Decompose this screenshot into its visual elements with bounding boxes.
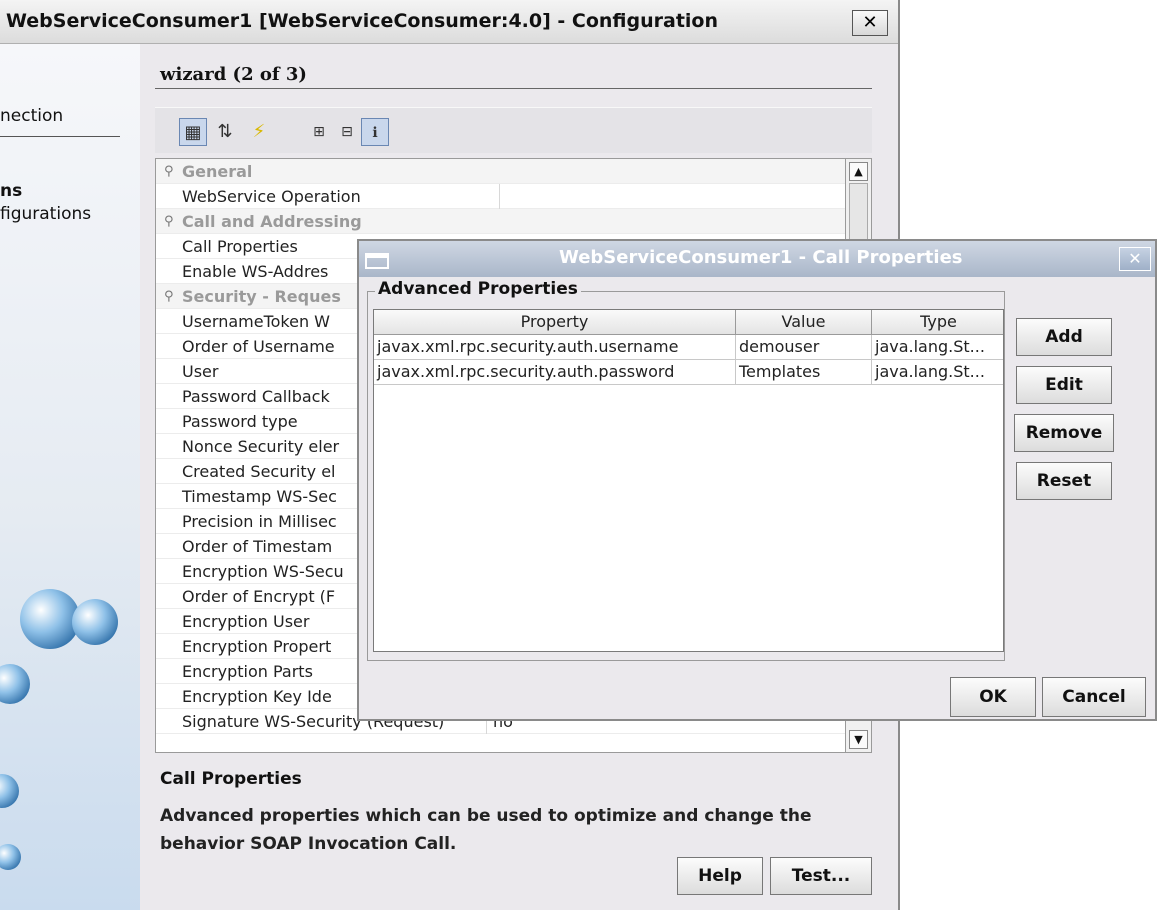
dialog-title: WebServiceConsumer1 - Call Properties — [559, 247, 963, 268]
property-toolbar: ▦ ⇅ ⚡ ⊞ ⊟ ℹ — [155, 107, 872, 153]
lightning-icon[interactable]: ⚡ — [245, 118, 273, 146]
edit-button[interactable]: Edit — [1016, 366, 1112, 404]
window-titlebar[interactable]: WebServiceConsumer1 [WebServiceConsumer:… — [0, 0, 898, 44]
window-menu-icon[interactable] — [365, 253, 389, 269]
column-header-property[interactable]: Property — [374, 310, 736, 335]
left-nav-item-options[interactable]: ns — [0, 181, 22, 201]
collapse-icon[interactable]: ⊟ — [333, 118, 361, 146]
wizard-divider — [155, 88, 872, 89]
molecule-atom-graphic — [72, 599, 118, 645]
reset-button[interactable]: Reset — [1016, 462, 1112, 500]
pin-icon: ⚲ — [164, 164, 174, 179]
description-text: Advanced properties which can be used to… — [160, 806, 812, 854]
left-nav-item-configurations[interactable]: figurations — [0, 204, 91, 224]
ok-button[interactable]: OK — [950, 677, 1036, 717]
advanced-properties-label: Advanced Properties — [375, 279, 581, 299]
table-cell-property[interactable]: javax.xml.rpc.security.auth.password — [374, 360, 736, 385]
column-header-value[interactable]: Value — [736, 310, 872, 335]
table-cell-type[interactable]: java.lang.St... — [872, 335, 1003, 360]
scroll-down-icon[interactable]: ▼ — [849, 730, 868, 749]
info-icon[interactable]: ℹ — [361, 118, 389, 146]
expand-icon[interactable]: ⊞ — [305, 118, 333, 146]
table-cell-value[interactable]: demouser — [736, 335, 872, 360]
remove-button[interactable]: Remove — [1014, 414, 1114, 452]
categorized-view-icon[interactable]: ▦ — [179, 118, 207, 146]
molecule-atom-graphic — [20, 589, 80, 649]
scroll-up-icon[interactable]: ▲ — [849, 162, 868, 181]
left-nav-item-connection[interactable]: nection — [0, 106, 63, 126]
pin-icon: ⚲ — [164, 289, 174, 304]
test-button[interactable]: Test... — [770, 857, 872, 895]
cancel-button[interactable]: Cancel — [1042, 677, 1146, 717]
window-close-button[interactable]: ✕ — [852, 10, 888, 36]
dialog-titlebar[interactable]: WebServiceConsumer1 - Call Properties ✕ — [359, 241, 1155, 277]
category-row-call-and-addressing[interactable]: ⚲ Call and Addressing — [156, 209, 849, 234]
molecule-atom-graphic — [0, 664, 30, 704]
description-title: Call Properties — [160, 769, 302, 789]
table-cell-value[interactable]: Templates — [736, 360, 872, 385]
molecule-atom-graphic — [0, 774, 19, 808]
sort-alphabetical-icon[interactable]: ⇅ — [211, 118, 239, 146]
table-cell-type[interactable]: java.lang.St... — [872, 360, 1003, 385]
call-properties-dialog: WebServiceConsumer1 - Call Properties ✕ … — [357, 239, 1157, 721]
table-cell-property[interactable]: javax.xml.rpc.security.auth.username — [374, 335, 736, 360]
add-button[interactable]: Add — [1016, 318, 1112, 356]
help-button[interactable]: Help — [677, 857, 763, 895]
category-row-general[interactable]: ⚲ General — [156, 159, 849, 184]
left-panel-divider — [0, 136, 120, 137]
wizard-step-label: wizard (2 of 3) — [160, 64, 307, 85]
property-row[interactable]: WebService Operation — [156, 184, 849, 209]
pin-icon: ⚲ — [164, 214, 174, 229]
molecule-atom-graphic — [0, 844, 21, 870]
call-properties-table: Property Value Type javax.xml.rpc.securi… — [373, 309, 1004, 652]
window-title: WebServiceConsumer1 [WebServiceConsumer:… — [6, 10, 719, 32]
column-header-type[interactable]: Type — [872, 310, 1003, 335]
left-navigation-panel: nection ns figurations — [0, 44, 140, 910]
dialog-close-button[interactable]: ✕ — [1119, 247, 1151, 271]
